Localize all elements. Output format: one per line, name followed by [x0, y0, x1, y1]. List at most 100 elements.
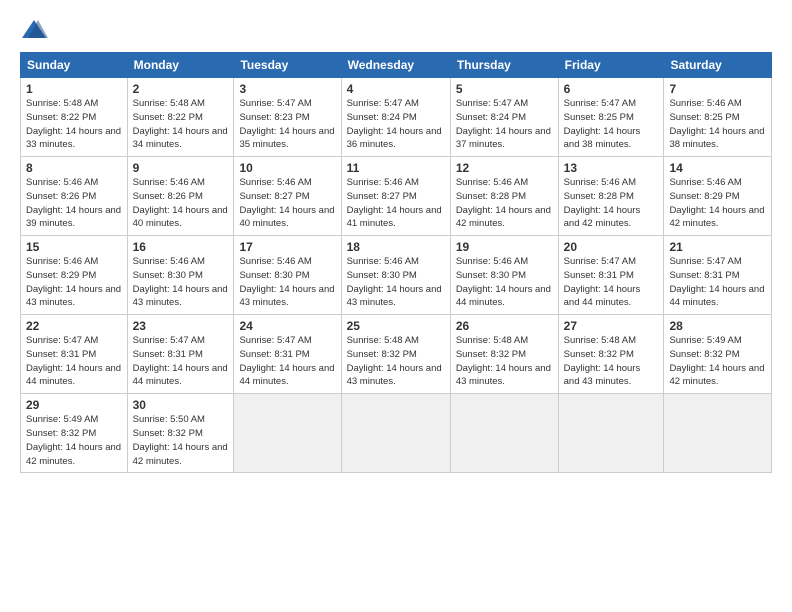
- day-number: 12: [456, 161, 553, 175]
- day-info: Sunrise: 5:46 AMSunset: 8:29 PMDaylight:…: [669, 176, 766, 231]
- day-info: Sunrise: 5:47 AMSunset: 8:25 PMDaylight:…: [564, 97, 659, 152]
- day-info: Sunrise: 5:47 AMSunset: 8:31 PMDaylight:…: [133, 334, 229, 389]
- day-cell-21: 21Sunrise: 5:47 AMSunset: 8:31 PMDayligh…: [664, 236, 772, 315]
- day-number: 10: [239, 161, 335, 175]
- day-info: Sunrise: 5:46 AMSunset: 8:30 PMDaylight:…: [133, 255, 229, 310]
- day-cell-2: 2Sunrise: 5:48 AMSunset: 8:22 PMDaylight…: [127, 78, 234, 157]
- day-cell-23: 23Sunrise: 5:47 AMSunset: 8:31 PMDayligh…: [127, 315, 234, 394]
- day-cell-12: 12Sunrise: 5:46 AMSunset: 8:28 PMDayligh…: [450, 157, 558, 236]
- header: [20, 16, 772, 44]
- day-number: 20: [564, 240, 659, 254]
- day-cell-17: 17Sunrise: 5:46 AMSunset: 8:30 PMDayligh…: [234, 236, 341, 315]
- day-info: Sunrise: 5:50 AMSunset: 8:32 PMDaylight:…: [133, 413, 229, 468]
- weekday-header-saturday: Saturday: [664, 53, 772, 78]
- day-number: 15: [26, 240, 122, 254]
- day-info: Sunrise: 5:47 AMSunset: 8:31 PMDaylight:…: [239, 334, 335, 389]
- day-number: 9: [133, 161, 229, 175]
- day-number: 22: [26, 319, 122, 333]
- week-row-3: 15Sunrise: 5:46 AMSunset: 8:29 PMDayligh…: [21, 236, 772, 315]
- calendar-table: SundayMondayTuesdayWednesdayThursdayFrid…: [20, 52, 772, 473]
- day-info: Sunrise: 5:48 AMSunset: 8:32 PMDaylight:…: [456, 334, 553, 389]
- weekday-header-row: SundayMondayTuesdayWednesdayThursdayFrid…: [21, 53, 772, 78]
- day-number: 2: [133, 82, 229, 96]
- day-cell-10: 10Sunrise: 5:46 AMSunset: 8:27 PMDayligh…: [234, 157, 341, 236]
- day-info: Sunrise: 5:48 AMSunset: 8:32 PMDaylight:…: [564, 334, 659, 389]
- day-cell-11: 11Sunrise: 5:46 AMSunset: 8:27 PMDayligh…: [341, 157, 450, 236]
- day-info: Sunrise: 5:46 AMSunset: 8:28 PMDaylight:…: [564, 176, 659, 231]
- day-number: 8: [26, 161, 122, 175]
- day-cell-19: 19Sunrise: 5:46 AMSunset: 8:30 PMDayligh…: [450, 236, 558, 315]
- day-number: 26: [456, 319, 553, 333]
- day-info: Sunrise: 5:46 AMSunset: 8:30 PMDaylight:…: [347, 255, 445, 310]
- day-number: 24: [239, 319, 335, 333]
- day-info: Sunrise: 5:46 AMSunset: 8:26 PMDaylight:…: [26, 176, 122, 231]
- day-info: Sunrise: 5:47 AMSunset: 8:23 PMDaylight:…: [239, 97, 335, 152]
- day-cell-26: 26Sunrise: 5:48 AMSunset: 8:32 PMDayligh…: [450, 315, 558, 394]
- day-cell-15: 15Sunrise: 5:46 AMSunset: 8:29 PMDayligh…: [21, 236, 128, 315]
- day-info: Sunrise: 5:46 AMSunset: 8:26 PMDaylight:…: [133, 176, 229, 231]
- day-cell-20: 20Sunrise: 5:47 AMSunset: 8:31 PMDayligh…: [558, 236, 664, 315]
- day-number: 27: [564, 319, 659, 333]
- day-cell-28: 28Sunrise: 5:49 AMSunset: 8:32 PMDayligh…: [664, 315, 772, 394]
- day-number: 13: [564, 161, 659, 175]
- day-cell-13: 13Sunrise: 5:46 AMSunset: 8:28 PMDayligh…: [558, 157, 664, 236]
- day-info: Sunrise: 5:46 AMSunset: 8:27 PMDaylight:…: [239, 176, 335, 231]
- day-cell-29: 29Sunrise: 5:49 AMSunset: 8:32 PMDayligh…: [21, 394, 128, 473]
- week-row-5: 29Sunrise: 5:49 AMSunset: 8:32 PMDayligh…: [21, 394, 772, 473]
- day-cell-6: 6Sunrise: 5:47 AMSunset: 8:25 PMDaylight…: [558, 78, 664, 157]
- day-cell-22: 22Sunrise: 5:47 AMSunset: 8:31 PMDayligh…: [21, 315, 128, 394]
- day-cell-9: 9Sunrise: 5:46 AMSunset: 8:26 PMDaylight…: [127, 157, 234, 236]
- weekday-header-friday: Friday: [558, 53, 664, 78]
- day-info: Sunrise: 5:49 AMSunset: 8:32 PMDaylight:…: [669, 334, 766, 389]
- day-number: 18: [347, 240, 445, 254]
- weekday-header-wednesday: Wednesday: [341, 53, 450, 78]
- empty-cell: [234, 394, 341, 473]
- day-cell-25: 25Sunrise: 5:48 AMSunset: 8:32 PMDayligh…: [341, 315, 450, 394]
- day-number: 16: [133, 240, 229, 254]
- day-cell-16: 16Sunrise: 5:46 AMSunset: 8:30 PMDayligh…: [127, 236, 234, 315]
- day-info: Sunrise: 5:46 AMSunset: 8:30 PMDaylight:…: [239, 255, 335, 310]
- day-info: Sunrise: 5:48 AMSunset: 8:22 PMDaylight:…: [26, 97, 122, 152]
- empty-cell: [450, 394, 558, 473]
- day-number: 30: [133, 398, 229, 412]
- logo: [20, 16, 52, 44]
- day-number: 17: [239, 240, 335, 254]
- day-cell-27: 27Sunrise: 5:48 AMSunset: 8:32 PMDayligh…: [558, 315, 664, 394]
- day-number: 4: [347, 82, 445, 96]
- day-cell-18: 18Sunrise: 5:46 AMSunset: 8:30 PMDayligh…: [341, 236, 450, 315]
- day-number: 29: [26, 398, 122, 412]
- day-cell-8: 8Sunrise: 5:46 AMSunset: 8:26 PMDaylight…: [21, 157, 128, 236]
- day-info: Sunrise: 5:49 AMSunset: 8:32 PMDaylight:…: [26, 413, 122, 468]
- empty-cell: [341, 394, 450, 473]
- day-number: 11: [347, 161, 445, 175]
- day-cell-3: 3Sunrise: 5:47 AMSunset: 8:23 PMDaylight…: [234, 78, 341, 157]
- day-info: Sunrise: 5:47 AMSunset: 8:31 PMDaylight:…: [26, 334, 122, 389]
- day-number: 1: [26, 82, 122, 96]
- day-info: Sunrise: 5:46 AMSunset: 8:30 PMDaylight:…: [456, 255, 553, 310]
- day-cell-24: 24Sunrise: 5:47 AMSunset: 8:31 PMDayligh…: [234, 315, 341, 394]
- day-info: Sunrise: 5:47 AMSunset: 8:31 PMDaylight:…: [564, 255, 659, 310]
- day-cell-5: 5Sunrise: 5:47 AMSunset: 8:24 PMDaylight…: [450, 78, 558, 157]
- day-info: Sunrise: 5:46 AMSunset: 8:29 PMDaylight:…: [26, 255, 122, 310]
- day-number: 21: [669, 240, 766, 254]
- day-cell-30: 30Sunrise: 5:50 AMSunset: 8:32 PMDayligh…: [127, 394, 234, 473]
- week-row-2: 8Sunrise: 5:46 AMSunset: 8:26 PMDaylight…: [21, 157, 772, 236]
- day-cell-14: 14Sunrise: 5:46 AMSunset: 8:29 PMDayligh…: [664, 157, 772, 236]
- week-row-1: 1Sunrise: 5:48 AMSunset: 8:22 PMDaylight…: [21, 78, 772, 157]
- day-number: 7: [669, 82, 766, 96]
- day-info: Sunrise: 5:46 AMSunset: 8:25 PMDaylight:…: [669, 97, 766, 152]
- logo-icon: [20, 16, 48, 44]
- day-cell-4: 4Sunrise: 5:47 AMSunset: 8:24 PMDaylight…: [341, 78, 450, 157]
- day-info: Sunrise: 5:48 AMSunset: 8:32 PMDaylight:…: [347, 334, 445, 389]
- day-number: 6: [564, 82, 659, 96]
- day-number: 3: [239, 82, 335, 96]
- day-number: 25: [347, 319, 445, 333]
- empty-cell: [664, 394, 772, 473]
- day-info: Sunrise: 5:47 AMSunset: 8:24 PMDaylight:…: [456, 97, 553, 152]
- day-number: 28: [669, 319, 766, 333]
- weekday-header-thursday: Thursday: [450, 53, 558, 78]
- weekday-header-tuesday: Tuesday: [234, 53, 341, 78]
- day-info: Sunrise: 5:47 AMSunset: 8:31 PMDaylight:…: [669, 255, 766, 310]
- day-info: Sunrise: 5:48 AMSunset: 8:22 PMDaylight:…: [133, 97, 229, 152]
- week-row-4: 22Sunrise: 5:47 AMSunset: 8:31 PMDayligh…: [21, 315, 772, 394]
